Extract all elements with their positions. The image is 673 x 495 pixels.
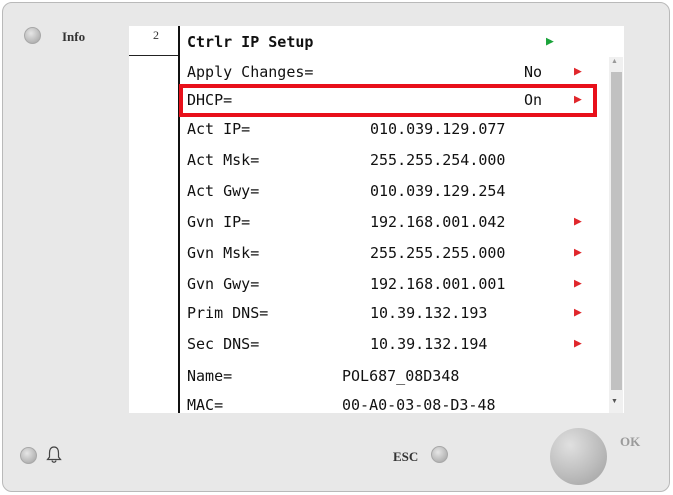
menu-row-gvn-ip[interactable]: Gvn IP= 192.168.001.042 ▶ xyxy=(187,211,607,235)
ok-knob-button[interactable] xyxy=(550,428,607,485)
menu-row-act-ip: Act IP= 010.039.129.077 xyxy=(187,120,506,138)
bell-icon xyxy=(46,446,62,463)
menu-row-mac: MAC= 00-A0-03-08-D3-48 xyxy=(187,396,496,414)
title-divider xyxy=(129,55,178,56)
title-arrow-icon: ▶ xyxy=(546,34,554,49)
menu-row-prim-dns[interactable]: Prim DNS= 10.39.132.193 ▶ xyxy=(187,302,607,326)
menu-row-name: Name= POL687_08D348 xyxy=(187,367,460,385)
arrow-right-icon: ▶ xyxy=(574,336,582,351)
scroll-down-icon[interactable]: ▼ xyxy=(611,398,618,405)
menu-row-sec-dns[interactable]: Sec DNS= 10.39.132.194 ▶ xyxy=(187,333,607,357)
screen-title-row: Ctrlr IP Setup ▶ xyxy=(187,31,607,55)
arrow-right-icon: ▶ xyxy=(574,305,582,320)
line-number: 2 xyxy=(153,28,159,42)
screen-title: Ctrlr IP Setup xyxy=(187,33,314,51)
arrow-right-icon: ▶ xyxy=(574,276,582,291)
dhcp-highlight-box xyxy=(179,84,597,117)
menu-row-gvn-gwy[interactable]: Gvn Gwy= 192.168.001.001 ▶ xyxy=(187,273,607,297)
esc-button[interactable] xyxy=(431,446,448,463)
arrow-right-icon: ▶ xyxy=(574,245,582,260)
esc-label: ESC xyxy=(393,449,419,464)
arrow-right-icon: ▶ xyxy=(574,214,582,229)
menu-row-act-gwy: Act Gwy= 010.039.129.254 xyxy=(187,182,506,200)
info-led-button[interactable] xyxy=(24,27,41,44)
alarm-led-button[interactable] xyxy=(20,447,37,464)
info-label: Info xyxy=(62,29,86,44)
scrollbar-thumb[interactable] xyxy=(611,72,622,390)
menu-row-apply-changes[interactable]: Apply Changes= No ▶ xyxy=(187,61,607,85)
scroll-up-icon[interactable]: ▲ xyxy=(611,58,618,65)
arrow-right-icon: ▶ xyxy=(574,64,582,79)
ok-label: OK xyxy=(620,434,641,449)
menu-row-gvn-msk[interactable]: Gvn Msk= 255.255.255.000 ▶ xyxy=(187,242,607,266)
menu-row-act-msk: Act Msk= 255.255.254.000 xyxy=(187,151,506,169)
